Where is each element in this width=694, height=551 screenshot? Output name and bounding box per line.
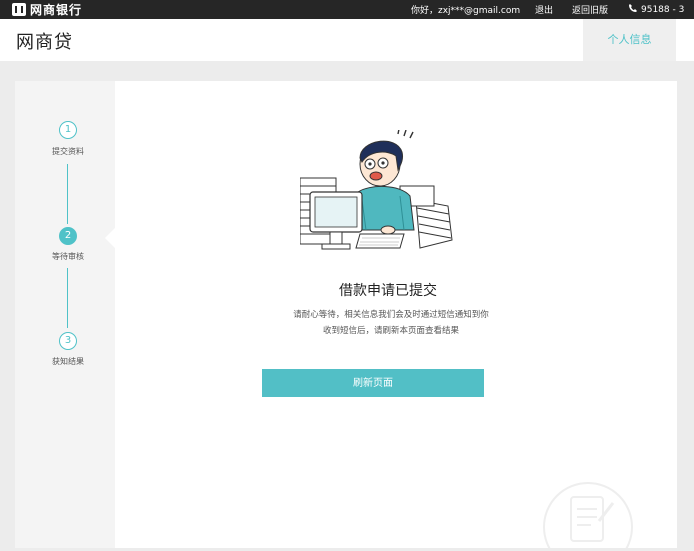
step-3-label: 获知结果 [52,357,84,366]
step-connector-2 [67,268,68,328]
personal-info-tab[interactable]: 个人信息 [583,19,676,61]
step-3-circle: 3 [59,332,77,350]
description-line-1: 请耐心等待，相关信息我们会及时通过短信通知到你 [293,310,489,320]
header: 网商贷 个人信息 [0,19,694,61]
document-watermark-icon [543,482,633,548]
step-connector-1 [67,164,68,224]
old-version-link[interactable]: 返回旧版 [572,3,608,16]
waiting-person-illustration [300,130,453,250]
top-bar: 网商银行 你好，zxj***@gmail.com 退出 返回旧版 95188 -… [0,0,694,19]
step-1-label: 提交资料 [52,147,84,156]
bank-logo[interactable]: 网商银行 [12,2,82,17]
page-brand: 网商贷 [16,32,73,53]
progress-steps: 1 提交资料 2 等待审核 3 获知结果 [15,81,115,548]
user-greeting: 你好，zxj***@gmail.com [411,6,521,16]
description-line-2: 收到短信后，请刷新本页面查看结果 [322,326,459,336]
active-step-pointer [105,228,115,248]
bank-logo-icon [12,3,26,16]
phone-icon [629,4,637,12]
hotline-number: 95188 - 3 [641,5,685,15]
step-2-circle: 2 [59,227,77,245]
hotline: 95188 - 3 [628,3,684,15]
bank-logo-text: 网商银行 [30,3,83,17]
main-card: 1 提交资料 2 等待审核 3 获知结果 借款申请已提交 请耐心等待，相关信息我… [15,81,677,548]
logout-link[interactable]: 退出 [535,3,553,16]
page-title: 借款申请已提交 [339,283,437,299]
step-2-label: 等待审核 [52,252,84,261]
refresh-page-button[interactable]: 刷新页面 [262,369,484,397]
step-1-circle: 1 [59,121,77,139]
status-description: 请耐心等待，相关信息我们会及时通过短信通知到你 收到短信后，请刷新本页面查看结果 [251,307,531,339]
